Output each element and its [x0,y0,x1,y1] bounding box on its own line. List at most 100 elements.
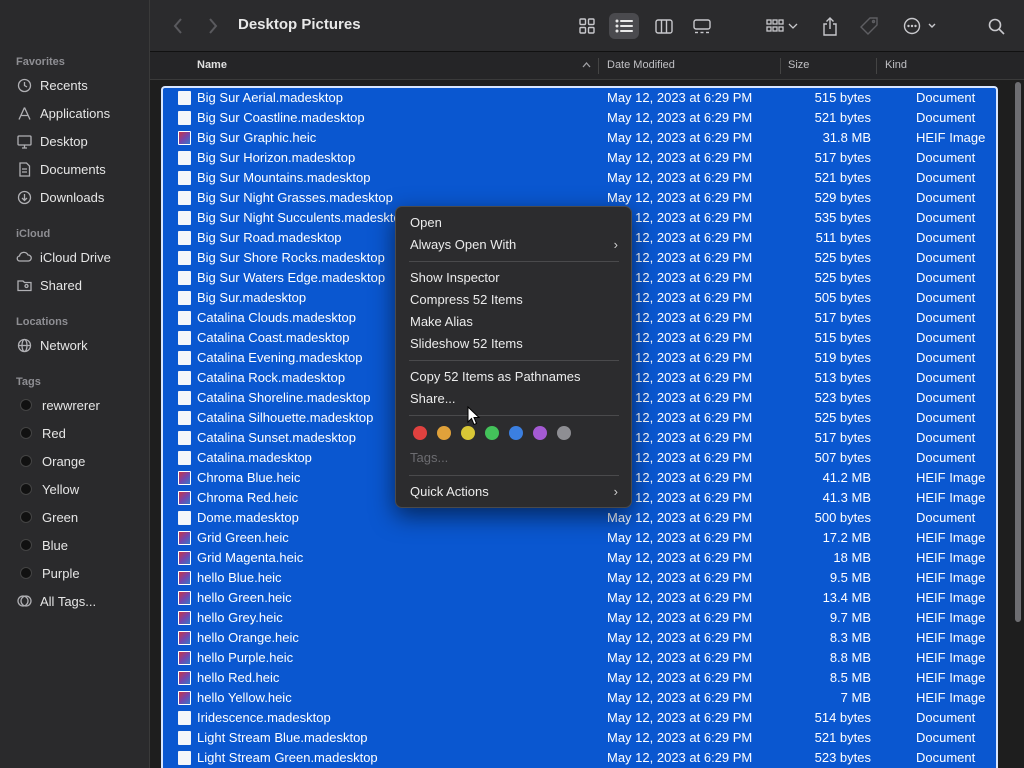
action-menu-button[interactable] [901,13,939,39]
menu-item-tags[interactable]: Tags... [410,448,620,468]
menu-item-slideshow[interactable]: Slideshow 52 Items [410,334,620,354]
sidebar-all-tags[interactable]: All Tags... [16,590,96,612]
cell-kind: HEIF Image [916,470,986,485]
column-date-header[interactable]: Date Modified [607,59,675,71]
cell-size: 517 bytes [814,150,871,165]
menu-item-show-inspector[interactable]: Show Inspector [410,268,620,288]
document-file-icon [178,191,191,205]
list-view-button[interactable] [609,13,639,39]
tag-dot-icon [20,399,32,411]
table-row[interactable]: Grid Green.heic May 12, 2023 at 6:29 PM 17… [163,528,996,548]
sidebar-item-downloads[interactable]: Downloads [16,186,104,208]
tag-color-dot[interactable] [413,426,427,440]
sidebar-tag-blue[interactable]: Blue [16,534,68,556]
menu-item-make-alias[interactable]: Make Alias [410,312,620,332]
search-button[interactable] [986,13,1006,39]
cell-name: hello Blue.heic [197,570,282,585]
table-row[interactable]: hello Grey.heic May 12, 2023 at 6:29 PM 9.… [163,608,996,628]
image-file-icon [178,591,191,605]
sidebar-item-label: Applications [40,105,111,121]
share-button[interactable] [819,13,841,39]
sidebar-item-shared[interactable]: Shared [16,274,82,296]
column-name-header[interactable]: Name [197,59,227,71]
column-divider[interactable] [876,58,877,74]
tag-button[interactable] [858,13,880,39]
tag-color-dot[interactable] [437,426,451,440]
tag-color-dot[interactable] [461,426,475,440]
column-view-button[interactable] [652,13,676,39]
gallery-view-button[interactable] [690,13,714,39]
document-file-icon [178,751,191,765]
menu-item-open[interactable]: Open [410,213,620,233]
sidebar-item-icloud-drive[interactable]: iCloud Drive [16,246,111,268]
cell-kind: Document [916,230,976,245]
sidebar-item-label: Documents [40,161,106,177]
table-row[interactable]: hello Yellow.heic May 12, 2023 at 6:29 PM… [163,688,996,708]
sidebar-item-desktop[interactable]: Desktop [16,130,88,152]
table-row[interactable]: Big Sur Coastline.madesktop May 12, 2023 … [163,108,996,128]
table-row[interactable]: Dome.madesktop May 12, 2023 at 6:29 PM 500… [163,508,996,528]
sidebar-tag-orange[interactable]: Orange [16,450,85,472]
cell-kind: HEIF Image [916,570,986,585]
icon-view-button[interactable] [576,13,598,39]
menu-item-copy-pathnames[interactable]: Copy 52 Items as Pathnames [410,367,620,387]
document-file-icon [178,451,191,465]
table-row[interactable]: Big Sur Mountains.madesktop May 12, 2023 … [163,168,996,188]
document-file-icon [178,211,191,225]
scroll-thumb[interactable] [1015,82,1021,622]
table-row[interactable]: Big Sur Aerial.madesktop May 12, 2023 at … [163,88,996,108]
sidebar-tag-purple[interactable]: Purple [16,562,80,584]
sidebar-item-recents[interactable]: Recents [16,74,88,96]
tag-color-dot[interactable] [485,426,499,440]
column-kind-header[interactable]: Kind [885,59,907,71]
sidebar-section-header: Locations [16,316,68,328]
tag-dot-icon [20,567,32,579]
table-row[interactable]: Big Sur Graphic.heic May 12, 2023 at 6:29… [163,128,996,148]
sidebar-item-applications[interactable]: Applications [16,102,110,124]
table-row[interactable]: Iridescence.madesktop May 12, 2023 at 6:2… [163,708,996,728]
sidebar-tag-rewwrerer[interactable]: rewwrerer [16,394,100,416]
table-row[interactable]: hello Purple.heic May 12, 2023 at 6:29 PM… [163,648,996,668]
table-row[interactable]: hello Red.heic May 12, 2023 at 6:29 PM 8.5… [163,668,996,688]
tag-color-dot[interactable] [533,426,547,440]
sidebar-item-label: Network [40,337,88,353]
columns-icon [655,18,673,34]
table-row[interactable]: Big Sur Horizon.madesktop May 12, 2023 at… [163,148,996,168]
document-file-icon [178,271,191,285]
sidebar-item-label: rewwrerer [42,397,100,413]
chevron-left-icon [173,18,182,34]
back-button[interactable] [167,14,189,38]
table-row[interactable]: Light Stream Blue.madesktop May 12, 2023 … [163,728,996,748]
column-size-header[interactable]: Size [788,59,809,71]
menu-item-compress[interactable]: Compress 52 Items [410,290,620,310]
document-file-icon [178,331,191,345]
sidebar-item-network[interactable]: Network [16,334,88,356]
table-row[interactable]: hello Orange.heic May 12, 2023 at 6:29 PM… [163,628,996,648]
group-by-button[interactable] [762,13,802,39]
document-file-icon [178,371,191,385]
sidebar-item-documents[interactable]: Documents [16,158,106,180]
menu-item-quick-actions[interactable]: Quick Actions › [410,482,620,502]
sidebar-item-label: Shared [40,277,82,293]
table-row[interactable]: Big Sur Night Grasses.madesktop May 12, 2… [163,188,996,208]
vertical-scrollbar[interactable] [1012,80,1024,768]
column-divider[interactable] [598,58,599,74]
tag-color-dot[interactable] [509,426,523,440]
table-row[interactable]: hello Blue.heic May 12, 2023 at 6:29 PM 9.… [163,568,996,588]
sidebar-tag-yellow[interactable]: Yellow [16,478,79,500]
table-row[interactable]: Grid Magenta.heic May 12, 2023 at 6:29 PM… [163,548,996,568]
menu-item-share[interactable]: Share... [410,389,620,409]
forward-button[interactable] [202,14,224,38]
column-divider[interactable] [780,58,781,74]
sidebar-tag-green[interactable]: Green [16,506,78,528]
sidebar-tag-red[interactable]: Red [16,422,66,444]
table-row[interactable]: Light Stream Green.madesktop May 12, 2023… [163,748,996,768]
cell-size: 17.2 MB [822,530,871,545]
cell-size: 513 bytes [814,370,871,385]
tag-color-dot[interactable] [557,426,571,440]
table-row[interactable]: hello Green.heic May 12, 2023 at 6:29 PM 1… [163,588,996,608]
cell-size: 519 bytes [814,350,871,365]
menu-item-always-open-with[interactable]: Always Open With › [410,235,620,255]
cell-name: Grid Green.heic [197,530,289,545]
cell-date: May 12, 2023 at 6:29 PM [607,530,753,545]
